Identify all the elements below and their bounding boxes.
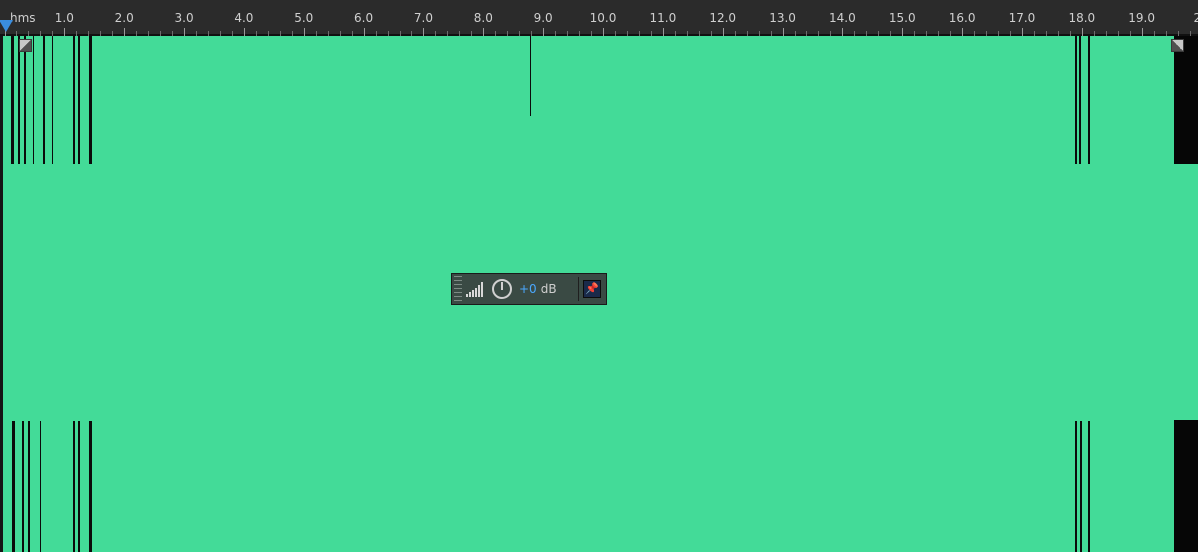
ruler-tick-mark xyxy=(1022,28,1023,36)
ruler-tick-label: 20 xyxy=(1193,11,1198,25)
ruler-tick-mark xyxy=(184,28,185,36)
ruler-tick-label: 5.0 xyxy=(294,11,314,25)
ruler-tick-mark xyxy=(304,28,305,36)
volume-bars-icon xyxy=(466,281,486,297)
waveform-gap xyxy=(22,421,24,552)
waveform-silence-top xyxy=(1174,36,1198,164)
waveform-gap xyxy=(12,421,15,552)
waveform-gap xyxy=(73,421,75,552)
ruler-tick-label: 17.0 xyxy=(1008,11,1036,25)
grip-icon[interactable] xyxy=(454,276,462,302)
ruler-tick-mark xyxy=(423,28,424,36)
ruler-tick-mark xyxy=(783,28,784,36)
waveform-gap xyxy=(89,36,92,164)
fade-in-handle-icon[interactable] xyxy=(19,39,32,52)
ruler-tick-label: 9.0 xyxy=(533,11,553,25)
ruler-tick-mark xyxy=(962,28,963,36)
waveform-gap xyxy=(52,36,53,164)
waveform-gap xyxy=(24,36,26,164)
ruler-tick-label: 3.0 xyxy=(174,11,194,25)
waveform-gap xyxy=(1080,421,1082,552)
waveform-gap xyxy=(11,36,14,164)
waveform-gap xyxy=(1079,36,1081,164)
ruler-tick-label: 1.0 xyxy=(54,11,74,25)
waveform-gap xyxy=(28,421,30,552)
ruler-tick-mark xyxy=(64,28,65,36)
ruler-tick-label: 2.0 xyxy=(114,11,134,25)
waveform-gap xyxy=(1075,36,1077,164)
waveform-gap xyxy=(1088,421,1090,552)
ruler-unit-label: hms xyxy=(10,11,36,25)
waveform-gap xyxy=(1075,421,1077,552)
waveform-gap xyxy=(89,421,92,552)
ruler-tick-label: 8.0 xyxy=(473,11,493,25)
ruler-tick-mark xyxy=(842,28,843,36)
ruler-tick-label: 19.0 xyxy=(1128,11,1155,25)
waveform-gap xyxy=(33,36,34,164)
playhead-marker-icon[interactable] xyxy=(0,20,13,32)
ruler-tick-label: 18.0 xyxy=(1068,11,1096,25)
waveform-gap xyxy=(40,421,41,552)
waveform-gap xyxy=(73,36,75,164)
ruler-tick-label: 11.0 xyxy=(649,11,677,25)
ruler-tick-label: 16.0 xyxy=(948,11,976,25)
waveform-gap xyxy=(18,36,20,164)
ruler-tick-mark xyxy=(244,28,245,36)
ruler-tick-label: 6.0 xyxy=(354,11,374,25)
waveform-gap xyxy=(43,36,45,164)
ruler-tick-mark xyxy=(483,28,484,36)
gain-unit-label: dB xyxy=(540,282,557,296)
waveform-gap xyxy=(78,36,80,164)
ruler-tick-label: 7.0 xyxy=(413,11,433,25)
ruler-tick-label: 12.0 xyxy=(709,11,737,25)
ruler-tick-label: 10.0 xyxy=(589,11,617,25)
fade-out-handle-icon[interactable] xyxy=(1171,39,1184,52)
ruler-tick-label: 14.0 xyxy=(829,11,856,25)
ruler-tick-mark xyxy=(902,28,903,36)
waveform-gap xyxy=(78,421,80,552)
hud-separator xyxy=(578,277,579,301)
ruler-tick-mark xyxy=(364,28,365,36)
ruler-tick-mark xyxy=(603,28,604,36)
waveform-gap xyxy=(1088,36,1090,164)
ruler-tick-label: 15.0 xyxy=(888,11,916,25)
ruler-tick-mark xyxy=(124,28,125,36)
ruler-tick-mark xyxy=(663,28,664,36)
gain-hud[interactable]: +0 dB 📌 xyxy=(451,273,607,305)
gain-knob-icon[interactable] xyxy=(492,279,512,299)
ruler-tick-label: 4.0 xyxy=(234,11,254,25)
gain-value[interactable]: +0 xyxy=(519,282,537,296)
ruler-tick-mark xyxy=(1142,28,1143,36)
ruler-tick-mark xyxy=(723,28,724,36)
ruler-tick-mark xyxy=(543,28,544,36)
timeline-ruler[interactable]: hms 1.0 2.0 3.0 4.0 5.0 6.0 7.0 8.0 9.0 10.0 11.0 1… xyxy=(0,0,1198,36)
ruler-tick-label: 13.0 xyxy=(769,11,796,25)
waveform-silence-bottom xyxy=(1174,420,1198,552)
pin-icon[interactable]: 📌 xyxy=(583,280,601,298)
waveform-gap xyxy=(530,36,531,116)
ruler-tick-mark xyxy=(1082,28,1083,36)
